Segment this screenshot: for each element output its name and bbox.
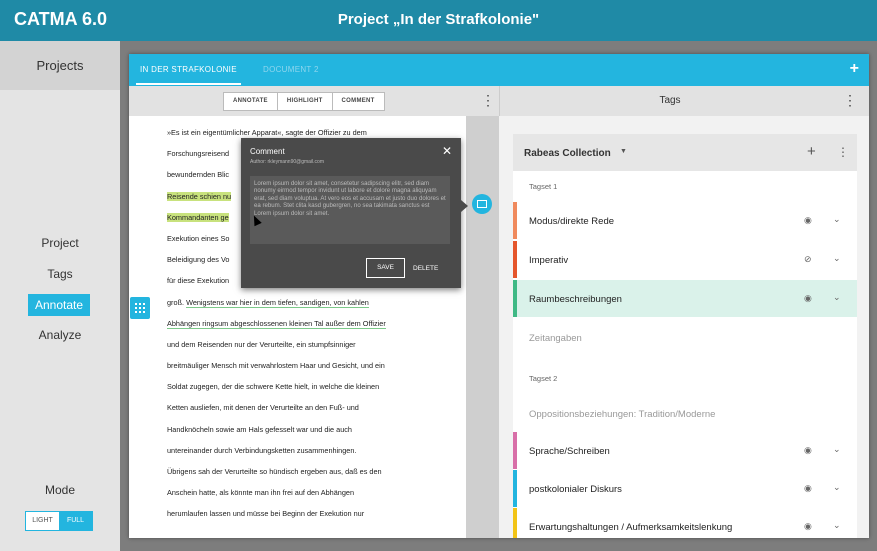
annotated-text[interactable]: Abhängen ringsum abgeschlossenen kleinen… [167, 318, 386, 329]
chevron-down-icon[interactable]: ⌄ [833, 292, 841, 303]
document-toolbar: ANNOTATE HIGHLIGHT COMMENT [129, 86, 499, 116]
collection-header[interactable]: Rabeas Collection ▼ + ⋮ [513, 134, 857, 171]
tag-name[interactable]: Zeitangaben [529, 333, 582, 344]
annotate-button[interactable]: ANNOTATE [224, 93, 278, 110]
comment-bubble-icon[interactable] [472, 194, 492, 214]
sidebar-item-tags[interactable]: Tags [0, 267, 120, 281]
tags-header: Tags ⋮ [499, 86, 869, 116]
highlight-button[interactable]: HIGHLIGHT [278, 93, 333, 110]
chevron-down-icon[interactable]: ⌄ [833, 253, 841, 264]
tag-row[interactable]: Modus/direkte Rede ◉ ⌄ [513, 202, 857, 239]
annotated-text[interactable]: Wenigstens war hier in dem tiefen, sandi… [186, 297, 369, 308]
text-line: Ketten ausliefen, mit denen der Verurtei… [167, 403, 359, 413]
comment-gutter [466, 116, 499, 538]
collection-menu-icon[interactable]: ⋮ [837, 145, 849, 159]
chevron-down-icon[interactable]: ⌄ [833, 214, 841, 225]
save-button[interactable]: SAVE [366, 258, 405, 278]
sidebar-item-projects[interactable]: Projects [0, 41, 120, 90]
highlighted-text: Reisende schien nu [167, 191, 232, 201]
tag-row[interactable]: Imperativ ⊘ ⌄ [513, 241, 857, 278]
tag-row[interactable]: Erwartungshaltungen / Aufmerksamkeitslen… [513, 508, 857, 538]
tag-color-bar [513, 280, 517, 317]
tag-row[interactable]: Zeitangaben [513, 319, 857, 356]
tags-title: Tags [659, 95, 681, 106]
text-line: Übrigens sah der Verurteilte so hündisch… [167, 467, 382, 476]
comment-author: Author: rkleymann90@gmail.com [250, 159, 324, 165]
tag-name[interactable]: Imperativ [529, 255, 568, 266]
mode-label: Mode [44, 483, 76, 497]
mode-full-option[interactable]: FULL [59, 512, 92, 530]
grid-menu-icon[interactable] [130, 297, 150, 319]
tagset-label: Tagset 1 [529, 182, 558, 191]
tag-name[interactable]: postkolonialer Diskurs [529, 484, 622, 495]
tab-in-der-strafkolonie[interactable]: IN DER STRAFKOLONIE [136, 65, 241, 85]
annotation-mode-buttons: ANNOTATE HIGHLIGHT COMMENT [223, 92, 385, 111]
tag-color-bar [513, 470, 517, 507]
eye-icon[interactable]: ◉ [804, 483, 812, 494]
chevron-down-icon[interactable]: ⌄ [833, 482, 841, 493]
tag-name[interactable]: Sprache/Schreiben [529, 446, 610, 457]
tag-color-bar [513, 202, 517, 239]
caret-down-icon[interactable]: ▼ [620, 148, 627, 155]
chevron-down-icon[interactable]: ⌄ [833, 520, 841, 531]
tag-color-bar [513, 508, 517, 538]
eye-icon[interactable]: ◉ [804, 293, 812, 304]
comment-dialog: Comment Author: rkleymann90@gmail.com ✕ … [241, 138, 468, 288]
tagset-label: Tagset 2 [529, 374, 558, 383]
close-icon[interactable]: ✕ [442, 144, 452, 158]
text-line: Soldat zugegen, der die schwere Kette hi… [167, 382, 380, 392]
text-line: untereinander durch Verbindungsketten zu… [167, 445, 357, 455]
add-tag-icon[interactable]: + [807, 143, 816, 160]
tag-row-selected[interactable]: Raumbeschreibungen ◉ ⌄ [513, 280, 857, 317]
text-line-prefix: groß. [167, 297, 187, 307]
sidebar-item-analyze[interactable]: Analyze [0, 328, 120, 342]
delete-button[interactable]: DELETE [413, 265, 438, 272]
tag-name[interactable]: Erwartungshaltungen / Aufmerksamkeitslen… [529, 522, 732, 533]
tag-name[interactable]: Modus/direkte Rede [529, 216, 614, 227]
tag-collection: Rabeas Collection ▼ + ⋮ Tagset 1 Modus/d… [513, 134, 857, 538]
eye-icon[interactable]: ◉ [804, 215, 812, 226]
project-title: Project „In der Strafkolonie" [337, 11, 540, 28]
tag-row[interactable]: postkolonialer Diskurs ◉ ⌄ [513, 470, 857, 507]
collection-name[interactable]: Rabeas Collection [524, 148, 611, 159]
document-menu-icon[interactable]: ⋮ [481, 92, 495, 109]
mode-toggle[interactable]: LIGHT FULL [25, 511, 93, 531]
sidebar: Projects Project Tags Annotate Analyze M… [0, 41, 120, 551]
sidebar-item-project[interactable]: Project [0, 236, 120, 250]
annotate-panel: IN DER STRAFKOLONIE DOCUMENT 2 + ANNOTAT… [129, 54, 869, 538]
tags-menu-icon[interactable]: ⋮ [843, 92, 857, 109]
sidebar-item-annotate[interactable]: Annotate [28, 294, 90, 316]
document-tabbar: IN DER STRAFKOLONIE DOCUMENT 2 + [129, 54, 869, 86]
eye-icon[interactable]: ◉ [804, 445, 812, 456]
tag-row[interactable]: Oppositionsbeziehungen: Tradition/Modern… [513, 395, 857, 432]
tag-name[interactable]: Oppositionsbeziehungen: Tradition/Modern… [529, 409, 715, 420]
text-line: Anschein hatte, als könnte man ihn frei … [167, 488, 355, 498]
add-tab-icon[interactable]: + [850, 60, 859, 78]
comment-title: Comment [250, 147, 285, 156]
mode-light-option[interactable]: LIGHT [26, 512, 59, 530]
eye-icon[interactable]: ◉ [804, 521, 812, 532]
tag-color-bar [513, 432, 517, 469]
tag-row[interactable]: Sprache/Schreiben ◉ ⌄ [513, 432, 857, 469]
text-line: und dem Reisenden nur der Verurteilte, e… [167, 339, 356, 349]
text-line: herumlaufen lassen und müsse bei Beginn … [167, 509, 365, 519]
text-line: breitmäuliger Mensch mit verwahrlostem H… [167, 361, 385, 371]
eye-off-icon[interactable]: ⊘ [804, 254, 812, 265]
comment-button[interactable]: COMMENT [333, 93, 384, 110]
highlighted-text: Kommandanten ge [167, 212, 229, 222]
tab-document-2[interactable]: DOCUMENT 2 [263, 65, 319, 74]
tag-color-bar [513, 241, 517, 278]
comment-textarea[interactable]: Lorem ipsum dolor sit amet, consetetur s… [250, 176, 450, 244]
chevron-down-icon[interactable]: ⌄ [833, 444, 841, 455]
text-line: Handknöcheln sowie am Hals gefesselt war… [167, 424, 352, 434]
app-header: CATMA 6.0 Project „In der Strafkolonie" [0, 0, 877, 41]
tag-name[interactable]: Raumbeschreibungen [529, 294, 622, 305]
